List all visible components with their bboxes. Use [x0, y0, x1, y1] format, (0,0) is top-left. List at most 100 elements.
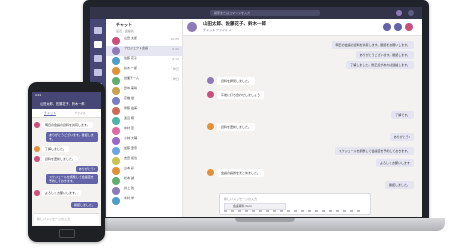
chat-list-item[interactable]: 吉田 拓也	[106, 156, 182, 166]
chat-list-subtitle: 最近 · 連絡先	[116, 29, 134, 33]
avatar	[112, 47, 120, 55]
laptop-screen: 検索またはコマンドを入力 チャット 最近 · 連絡先 山田 太郎 10:05 プロジ…	[90, 7, 422, 217]
message-bubble: 明日の会議の資料を共有します。確認をお願いします。	[331, 41, 414, 50]
message-bubble: ありがとうございます。確認します。	[355, 51, 414, 60]
chat-list-title: チャット	[116, 22, 132, 27]
avatar	[207, 123, 214, 130]
phone-chat-title: 山田太郎、佐藤花子、鈴木一郎	[40, 102, 85, 106]
laptop-device: 検索またはコマンドを入力 チャット 最近 · 連絡先 山田 太郎 10:05 プロジ…	[67, 0, 445, 232]
chat-list-item-name: 山本 彩	[124, 166, 134, 170]
chat-list-item-name: 佐藤 花子	[124, 56, 137, 60]
phone-tabs: チャット ファイル	[32, 109, 101, 118]
message-bubble: 午後に打ち合わせしましょう	[217, 91, 265, 100]
chat-list-item[interactable]: 木村 学	[106, 196, 182, 206]
chat-list-item[interactable]: 山田 太郎 10:05	[106, 36, 182, 46]
chat-list-item[interactable]: 加藤 里奈	[106, 146, 182, 156]
message-bubble: ありがとう!	[75, 166, 98, 172]
avatar	[34, 156, 40, 162]
avatar	[207, 169, 214, 176]
message-bubble: 会議の議題をまとめました。	[217, 169, 265, 178]
video-call-button[interactable]	[383, 23, 391, 31]
chat-list-item-name: 伊藤 由美	[124, 106, 137, 110]
audio-call-button[interactable]	[394, 23, 402, 31]
chat-list-item-time: 10:05	[170, 37, 179, 41]
message-bubble: 資料を拝見しました。	[217, 77, 256, 86]
message-bubble: 了解です。	[391, 111, 414, 120]
chat-pane: 山田太郎、佐藤花子、鈴木一郎 チャット ファイル + 新しいメッセージの入力 会…	[183, 19, 422, 217]
avatar	[112, 87, 120, 95]
chat-list-item[interactable]: 井上 舞	[106, 186, 182, 196]
avatar[interactable]	[396, 10, 402, 16]
message-bubble: 明日の会議の資料を共有します。	[42, 122, 93, 128]
message-bubble: ありがとう!	[389, 133, 414, 142]
chat-list-item-name: 鈴木 一郎	[124, 66, 137, 70]
teams-icon[interactable]	[94, 55, 102, 62]
avatar	[112, 77, 120, 85]
composer-toolbar[interactable]	[224, 210, 364, 212]
laptop-bezel: 検索またはコマンドを入力 チャット 最近 · 連絡先 山田 太郎 10:05 プロジ…	[83, 0, 429, 222]
chat-list-item[interactable]: 伊藤 由美	[106, 106, 182, 116]
phone-home-button[interactable]	[59, 229, 75, 238]
chat-list-item-name: 井上 舞	[124, 186, 134, 190]
avatar	[112, 37, 120, 45]
avatar	[112, 177, 120, 185]
chat-list-item[interactable]: 高橋 健	[106, 96, 182, 106]
chat-tabs[interactable]: チャット ファイル +	[203, 28, 231, 32]
phone-screen: 9:41 山田太郎、佐藤花子、鈴木一郎 チャット ファイル 明日の会議の資料を共…	[32, 92, 101, 226]
more-icon[interactable]	[408, 10, 414, 16]
avatar	[112, 137, 120, 145]
chat-list-item[interactable]: 田中 美咲	[106, 86, 182, 96]
calendar-icon[interactable]	[94, 69, 102, 76]
chat-list-item[interactable]: 営業チーム 昨日	[106, 76, 182, 86]
participants-button[interactable]	[405, 23, 413, 31]
message-composer[interactable]: 新しいメッセージの入力 会議資料.docx	[219, 193, 371, 215]
chat-list-item-name: 小林 大輔	[124, 136, 137, 140]
avatar	[112, 147, 120, 155]
avatar	[34, 122, 40, 128]
avatar	[112, 197, 120, 205]
tab-chat[interactable]: チャット	[44, 111, 56, 116]
chat-list-item-name: 木村 学	[124, 196, 134, 200]
chat-list-item[interactable]: 小林 大輔	[106, 136, 182, 146]
chat-icon[interactable]	[94, 41, 102, 48]
composer-input[interactable]: 新しいメッセージの入力	[224, 197, 257, 201]
attachment-chip[interactable]: 会議資料.docx	[224, 203, 286, 210]
activity-icon[interactable]	[94, 27, 102, 34]
chat-list-item-name: 加藤 里奈	[124, 146, 137, 150]
chat-list: チャット 最近 · 連絡先 山田 太郎 10:05 プロジェクト会議 9:40 佐藤 花…	[106, 19, 183, 217]
chat-title: 山田太郎、佐藤花子、鈴木一郎	[203, 22, 266, 27]
chat-list-item-time: 9:12	[172, 57, 179, 61]
phone-device: 9:41 山田太郎、佐藤花子、鈴木一郎 チャット ファイル 明日の会議の資料を共…	[28, 82, 105, 242]
avatar	[112, 117, 120, 125]
chat-list-item[interactable]: 佐藤 花子 9:12	[106, 56, 182, 66]
search-input[interactable]: 検索またはコマンドを入力	[210, 10, 320, 16]
chat-list-item[interactable]: プロジェクト会議 9:40	[106, 46, 182, 56]
avatar	[112, 157, 120, 165]
message-bubble: 確認しました。	[70, 202, 98, 208]
chat-list-item[interactable]: 松本 誠	[106, 176, 182, 186]
message-bubble: よろしくお願いします	[375, 159, 414, 168]
avatar	[34, 146, 40, 152]
avatar	[207, 91, 214, 98]
tab-files[interactable]: ファイル	[74, 111, 86, 115]
avatar	[112, 67, 120, 75]
message-bubble: 確認しました。	[384, 181, 414, 190]
app-titlebar: 検索またはコマンドを入力	[90, 7, 422, 19]
message-bubble: スケジュールを調整して会議室を予約しておきます。	[46, 174, 98, 184]
phone-message-input[interactable]: 新しいメッセージの入力	[34, 213, 99, 225]
chat-list-item-name: 田中 美咲	[124, 86, 137, 90]
chat-list-item[interactable]: 鈴木 一郎 昨日	[106, 66, 182, 76]
avatar	[112, 187, 120, 195]
laptop-notch	[235, 218, 295, 222]
chat-list-item-name: プロジェクト会議	[124, 46, 149, 50]
chat-list-item[interactable]: 渡辺 翔	[106, 116, 182, 126]
chat-list-item[interactable]: 山本 彩	[106, 166, 182, 176]
message-bubble: スケジュールを調整して会議室を予約しておきます。	[334, 147, 414, 156]
avatar	[112, 167, 120, 175]
chat-list-item-name: 中村 恵	[124, 126, 134, 130]
avatar	[112, 127, 120, 135]
avatar	[112, 107, 120, 115]
chat-list-item[interactable]: 中村 恵	[106, 126, 182, 136]
chat-list-item-name: 高橋 健	[124, 96, 134, 100]
message-bubble: 資料を更新しました。	[217, 123, 256, 132]
